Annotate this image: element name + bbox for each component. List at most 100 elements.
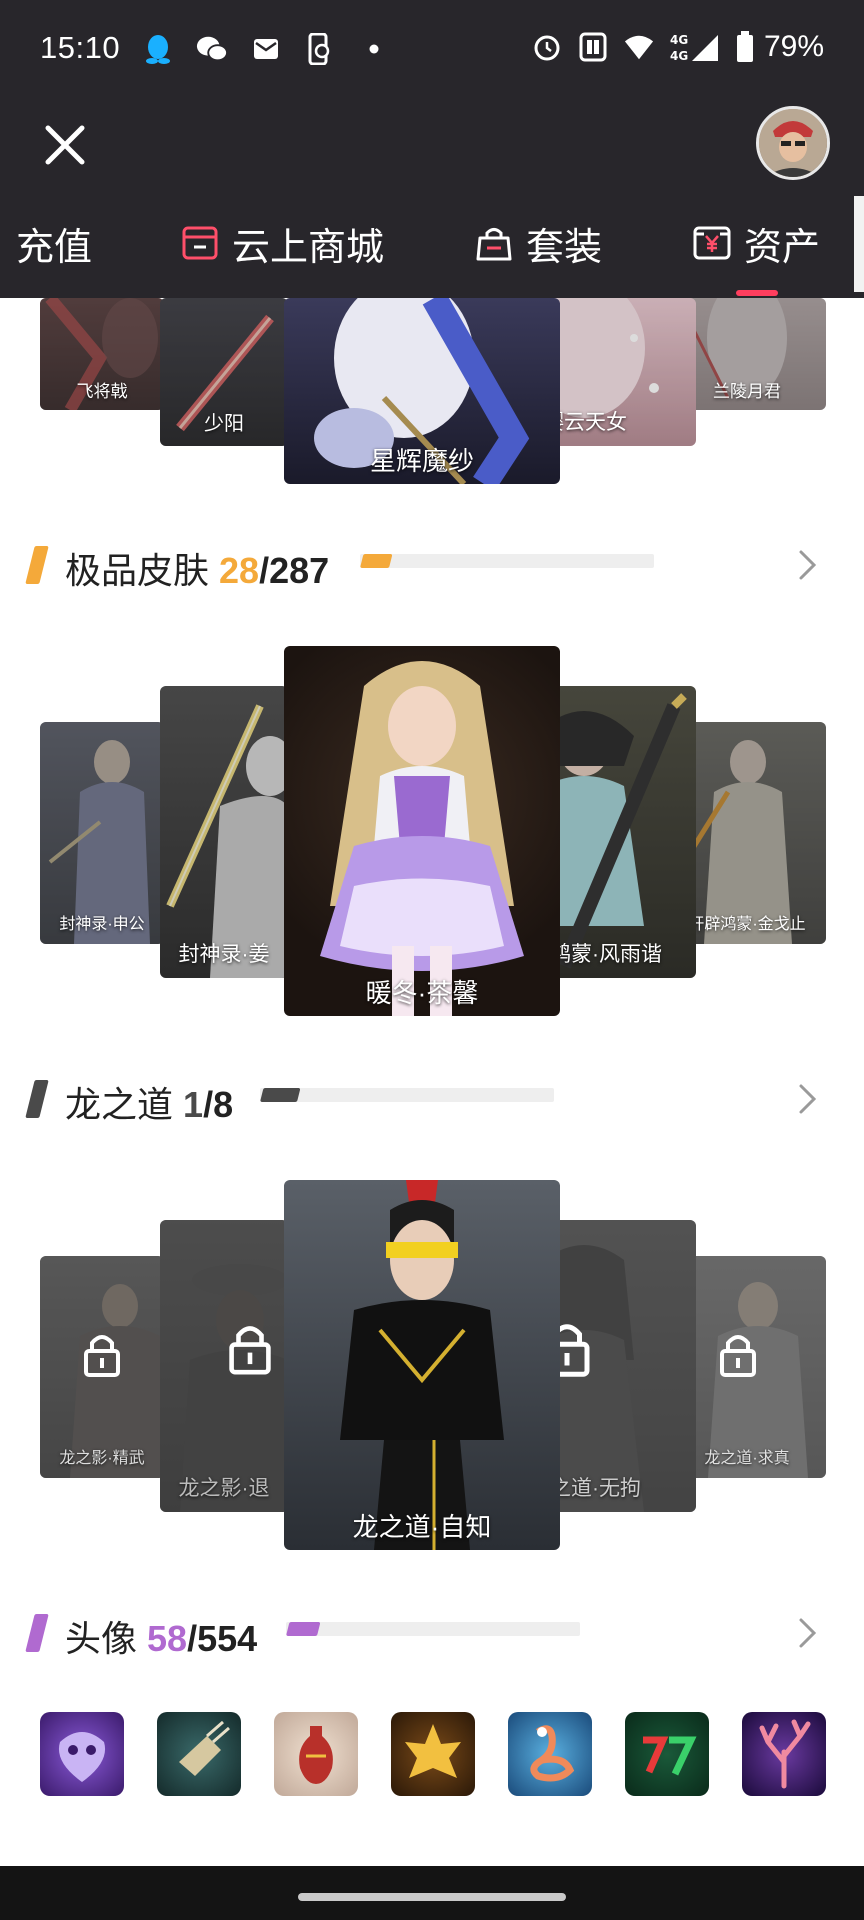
lock-icon xyxy=(719,1334,756,1377)
tab-scroll-edge xyxy=(854,196,864,292)
avatar-icon-row xyxy=(0,1712,864,1798)
card-name: 暖冬·茶馨 xyxy=(365,978,479,1008)
card-art xyxy=(340,1180,504,1550)
top-card-2[interactable]: 少阳 xyxy=(160,298,288,446)
section-count: 28 xyxy=(219,550,260,591)
wallet-yen-icon xyxy=(692,223,732,263)
section-progress-fill xyxy=(260,1088,301,1102)
top-card-1[interactable]: 飞将戟 xyxy=(40,298,164,410)
vase-avatar-icon[interactable] xyxy=(274,1712,358,1796)
chevron-right-icon[interactable] xyxy=(792,1082,822,1116)
section-title: 极品皮肤 28/287 xyxy=(65,542,329,594)
tab-bundles[interactable]: 套装 xyxy=(474,218,603,269)
coral-avatar-icon[interactable] xyxy=(742,1712,826,1796)
active-tab-indicator xyxy=(736,290,778,296)
tab-assets[interactable]: 资产 xyxy=(692,218,821,269)
dot-icon xyxy=(358,33,390,65)
card-name: 飞将戟 xyxy=(76,382,128,401)
tab-cloud-store[interactable]: 云上商城 xyxy=(180,218,385,269)
dragon-card-3[interactable]: 龙之道·自知 xyxy=(284,1180,560,1550)
card-name: 龙之道·自知 xyxy=(352,1512,492,1542)
signal-4g-icon: 4G 4G xyxy=(670,31,720,63)
top-carousel: 飞将戟 少阳 星辉魔纱 樱云天女 兰陵月君 xyxy=(0,298,864,486)
section-progress-bar xyxy=(260,1088,554,1102)
close-button[interactable] xyxy=(40,120,90,170)
chevron-right-icon[interactable] xyxy=(792,548,822,582)
section-avatars-header[interactable]: 头像 58/554 xyxy=(0,1602,864,1662)
section-title-text: 龙之道 xyxy=(65,1084,174,1125)
section-total: /8 xyxy=(203,1084,234,1125)
skin-card-2[interactable]: 封神录·姜 xyxy=(160,686,288,978)
network-label-bottom: 4G xyxy=(670,49,688,63)
nfc-icon xyxy=(578,31,608,63)
section-skins-header[interactable]: 极品皮肤 28/287 xyxy=(0,534,864,594)
chevron-right-icon[interactable] xyxy=(792,1616,822,1650)
mail-icon xyxy=(250,33,282,65)
phone-sync-icon xyxy=(304,33,336,65)
status-time: 15:10 xyxy=(40,30,121,65)
skin-card-1[interactable]: 封神录·申公 xyxy=(40,722,164,944)
network-label-top: 4G xyxy=(670,33,688,47)
golden-lotus-avatar-icon[interactable] xyxy=(391,1712,475,1796)
tab-label: 资产 xyxy=(744,226,821,269)
tab-label: 充值 xyxy=(16,226,93,269)
tab-label: 云上商城 xyxy=(232,226,385,269)
card-name: 龙之影·精武 xyxy=(59,1450,145,1467)
battery-level: 79% xyxy=(763,30,824,63)
dragon-carousel: 龙之影·精武 龙之影·退 龙之道·自知 龙之道·无拘 龙之道·求真 xyxy=(0,1180,864,1554)
tab-label: 套装 xyxy=(526,226,603,269)
alarm-icon xyxy=(532,31,562,63)
dim-overlay xyxy=(160,686,288,978)
section-marker xyxy=(25,1080,49,1118)
top-bar xyxy=(0,100,864,190)
card-name: 封神录·申公 xyxy=(59,916,145,933)
top-card-3[interactable]: 星辉魔纱 xyxy=(284,298,560,484)
tab-bar: 充值 云上商城 套装 资产 xyxy=(0,190,864,298)
dragon-card-2[interactable]: 龙之影·退 xyxy=(160,1220,288,1512)
section-title-text: 头像 xyxy=(65,1618,138,1659)
number-27-avatar-icon[interactable] xyxy=(625,1712,709,1796)
section-progress-bar xyxy=(360,554,654,568)
card-name: 少阳 xyxy=(204,413,244,435)
section-count: 1 xyxy=(183,1084,204,1125)
section-title-text: 极品皮肤 xyxy=(65,550,210,591)
section-marker xyxy=(25,1614,49,1652)
card-name: 星辉魔纱 xyxy=(369,446,474,476)
qq-icon xyxy=(142,33,174,65)
store-icon xyxy=(180,223,220,263)
wifi-icon xyxy=(624,31,654,63)
section-count: 58 xyxy=(147,1618,188,1659)
card-name: 龙之影·退 xyxy=(178,1477,270,1500)
section-marker xyxy=(25,546,49,584)
user-avatar-image xyxy=(759,109,827,177)
system-icons: 4G 4G 79% xyxy=(532,30,824,64)
notification-icons xyxy=(142,33,390,65)
section-dragon-header[interactable]: 龙之道 1/8 xyxy=(0,1068,864,1128)
card-name: 封神录·姜 xyxy=(178,943,270,966)
purple-mask-avatar-icon[interactable] xyxy=(40,1712,124,1796)
lock-icon xyxy=(84,1334,120,1377)
section-progress-bar xyxy=(286,1622,580,1636)
avatar[interactable] xyxy=(756,106,830,180)
tab-recharge[interactable]: 充值 xyxy=(16,218,93,269)
flamingo-avatar-icon[interactable] xyxy=(508,1712,592,1796)
section-title: 龙之道 1/8 xyxy=(65,1076,233,1128)
close-icon xyxy=(45,125,85,165)
asset-page: 15:10 4G 4G 79% 充值 云上商城 套装 资产 飞将戟 少阳 星辉魔… xyxy=(0,0,864,1920)
section-title: 头像 58/554 xyxy=(65,1610,257,1662)
dragon-card-1[interactable]: 龙之影·精武 xyxy=(40,1256,164,1478)
glove-avatar-icon[interactable] xyxy=(157,1712,241,1796)
skins-carousel: 封神录·申公 封神录·姜 暖冬·茶馨 开辟鸿蒙·风雨谐 开辟鸿蒙·金戈止 xyxy=(0,646,864,1020)
lock-icon xyxy=(228,1326,271,1375)
section-progress-fill xyxy=(286,1622,321,1636)
skin-card-3[interactable]: 暖冬·茶馨 xyxy=(284,646,560,1016)
section-total: /554 xyxy=(187,1618,258,1659)
wechat-icon xyxy=(196,33,228,65)
battery-icon xyxy=(736,31,754,63)
section-total: /287 xyxy=(259,550,330,591)
status-bar: 15:10 4G 4G 79% xyxy=(0,0,864,100)
bag-icon xyxy=(474,223,514,263)
section-progress-fill xyxy=(360,554,393,568)
home-indicator[interactable] xyxy=(298,1893,566,1901)
card-art xyxy=(320,661,524,1016)
